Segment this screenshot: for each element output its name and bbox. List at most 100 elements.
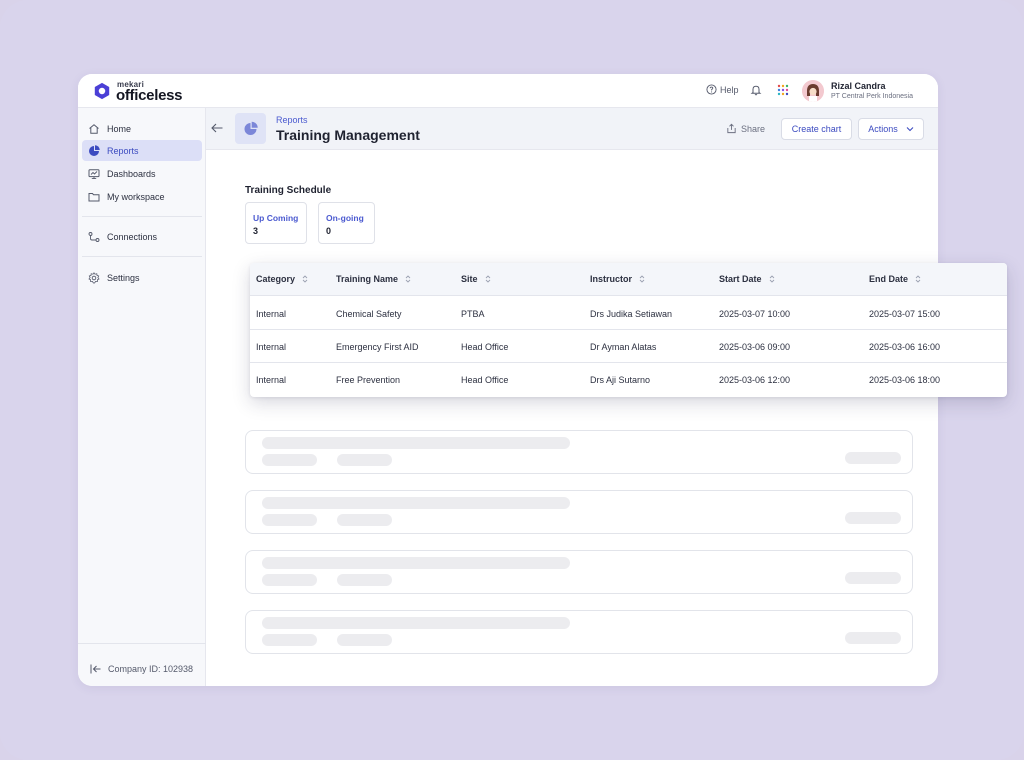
home-icon: [89, 123, 99, 134]
skeleton-line: [262, 557, 570, 569]
share-button[interactable]: Share: [726, 123, 765, 134]
pie-chart-icon: [89, 144, 100, 156]
column-header-training-name[interactable]: Training Name: [336, 274, 411, 284]
column-header-label: Instructor: [590, 274, 633, 284]
column-header-label: Training Name: [336, 274, 399, 284]
help-label: Help: [720, 84, 739, 95]
sidebar-item-label: My workspace: [107, 191, 165, 202]
table-row[interactable]: Internal Free Prevention Head Office Drs…: [250, 363, 1007, 396]
company-id[interactable]: Company ID: 102938: [90, 664, 193, 674]
avatar[interactable]: [802, 80, 824, 102]
cell-start-date: 2025-03-07 10:00: [719, 309, 791, 319]
column-header-end-date[interactable]: End Date: [869, 274, 921, 284]
column-header-site[interactable]: Site: [461, 274, 491, 284]
column-header-label: Category: [256, 274, 296, 284]
sidebar-item-label: Dashboards: [107, 168, 156, 179]
column-header-instructor[interactable]: Instructor: [590, 274, 645, 284]
stat-card-on-going[interactable]: On-going 0: [318, 202, 375, 244]
top-bar: mekari officeless Help Rizal Candra PT C…: [78, 74, 938, 108]
sort-icon: [302, 275, 308, 283]
skeleton-line: [337, 514, 392, 526]
chevron-down-icon: [906, 127, 914, 132]
sidebar-item-settings[interactable]: Settings: [82, 267, 202, 288]
sidebar-footer-divider: [78, 643, 206, 644]
stat-label: Up Coming: [253, 213, 299, 223]
sidebar-divider: [82, 256, 202, 257]
skeleton-line: [845, 632, 901, 644]
skeleton-line: [262, 454, 317, 466]
actions-dropdown-button[interactable]: Actions: [858, 118, 924, 140]
column-header-start-date[interactable]: Start Date: [719, 274, 775, 284]
logo-big-text: officeless: [116, 87, 183, 104]
monitor-icon: [88, 168, 100, 179]
sidebar-item-label: Connections: [107, 231, 158, 242]
column-header-label: Site: [461, 274, 478, 284]
skeleton-line: [337, 574, 392, 586]
sidebar-item-label: Reports: [107, 145, 139, 156]
sidebar-item-connections[interactable]: Connections: [82, 226, 202, 247]
cell-start-date: 2025-03-06 09:00: [719, 342, 791, 352]
skeleton-line: [262, 514, 317, 526]
share-label: Share: [741, 123, 766, 134]
create-chart-button[interactable]: Create chart: [781, 118, 852, 140]
apps-grid-icon[interactable]: [777, 84, 789, 96]
sidebar-item-dashboards[interactable]: Dashboards: [82, 163, 202, 184]
sort-icon: [405, 275, 411, 283]
column-header-label: End Date: [869, 274, 909, 284]
skeleton-line: [337, 454, 392, 466]
stat-card-up-coming[interactable]: Up Coming 3: [245, 202, 307, 244]
sidebar-divider: [82, 216, 202, 217]
cell-training-name: Free Prevention: [336, 375, 401, 385]
sort-icon: [639, 275, 645, 283]
user-organization: PT Central Perk Indonesia: [831, 93, 913, 100]
share-icon: [727, 123, 736, 134]
skeleton-line: [337, 634, 392, 646]
avatar-face-icon: [802, 80, 824, 102]
back-arrow-icon[interactable]: [210, 122, 224, 134]
help-icon: [706, 84, 717, 95]
skeleton-card: [245, 490, 913, 534]
skeleton-card: [245, 430, 913, 474]
page-header: Reports Training Management Share Create…: [206, 108, 938, 150]
pie-chart-icon: [244, 121, 258, 135]
sidebar-item-home[interactable]: Home: [82, 118, 202, 139]
sidebar-item-my-workspace[interactable]: My workspace: [82, 186, 202, 207]
table-row[interactable]: Internal Chemical Safety PTBA Drs Judika…: [250, 297, 1007, 330]
report-thumbnail: [235, 113, 266, 144]
cell-site: Head Office: [461, 375, 509, 385]
cell-site: PTBA: [461, 309, 485, 319]
cell-training-name: Emergency First AID: [336, 342, 419, 352]
sidebar-item-reports[interactable]: Reports: [82, 140, 202, 161]
skeleton-line: [262, 634, 317, 646]
skeleton-line: [262, 497, 570, 509]
skeleton-line: [262, 574, 317, 586]
skeleton-card: [245, 550, 913, 594]
sidebar-item-label: Home: [107, 123, 132, 134]
cell-category: Internal: [256, 342, 287, 352]
stat-value: 0: [326, 226, 332, 236]
stat-value: 3: [253, 226, 259, 236]
connections-icon: [88, 231, 100, 242]
cell-instructor: Drs Judika Setiawan: [590, 309, 673, 319]
company-id-label: Company ID: 102938: [108, 664, 194, 674]
logo[interactable]: mekari officeless: [93, 80, 190, 104]
table-row[interactable]: Internal Emergency First AID Head Office…: [250, 330, 1007, 363]
skeleton-line: [262, 617, 570, 629]
stat-label: On-going: [326, 213, 364, 223]
column-header-category[interactable]: Category: [256, 274, 308, 284]
section-title: Training Schedule: [245, 185, 332, 196]
collapse-sidebar-icon: [90, 664, 101, 674]
user-name[interactable]: Rizal Candra: [831, 81, 886, 91]
help-button[interactable]: Help: [706, 84, 739, 95]
breadcrumb[interactable]: Reports: [276, 115, 308, 125]
sort-icon: [769, 275, 774, 283]
officeless-logo-icon: [94, 82, 110, 100]
table-header: Category Training Name Site Instructor S…: [250, 263, 1007, 296]
cell-end-date: 2025-03-06 18:00: [869, 375, 941, 385]
skeleton-line: [845, 452, 901, 464]
cell-category: Internal: [256, 375, 287, 385]
cell-start-date: 2025-03-06 12:00: [719, 375, 791, 385]
cell-category: Internal: [256, 309, 287, 319]
bell-icon[interactable]: [750, 84, 762, 96]
training-table: Category Training Name Site Instructor S…: [250, 263, 1007, 397]
